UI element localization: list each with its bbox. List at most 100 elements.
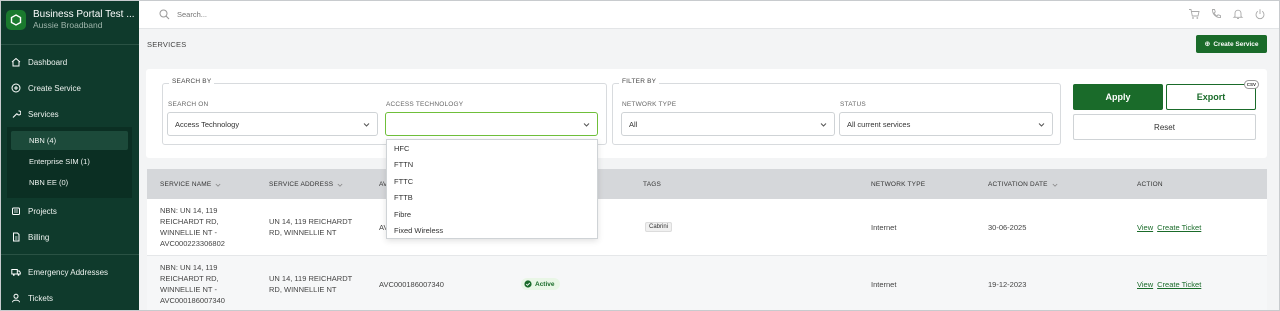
topbar	[139, 0, 1280, 29]
brand-logo	[6, 10, 26, 30]
service-name-cell: NBN: UN 14, 119 REICHARDT RD, WINNELLIE …	[160, 262, 225, 306]
service-name-line: REICHARDT RD,	[160, 217, 219, 226]
header-action: ACTION	[1137, 181, 1163, 188]
service-name-line: NBN: UN 14, 119	[160, 206, 218, 215]
apply-button[interactable]: Apply	[1073, 84, 1163, 110]
table-header: SERVICE NAME SERVICE ADDRESS AV TAGS NET…	[147, 169, 1267, 199]
dropdown-option-hfc[interactable]: HFC	[387, 140, 597, 157]
sidebar-subitem-nbn[interactable]: NBN (4)	[11, 131, 128, 150]
table-row[interactable]: NBN: UN 14, 119 REICHARDT RD, WINNELLIE …	[147, 199, 1267, 256]
sidebar-subitem-nbn-ee[interactable]: NBN EE (0)	[7, 173, 128, 192]
chevron-down-icon	[215, 183, 221, 187]
power-icon[interactable]	[1254, 8, 1266, 20]
sidebar-item-label: Projects	[28, 206, 57, 216]
sidebar-item-tickets[interactable]: Tickets	[0, 285, 139, 311]
reset-button[interactable]: Reset	[1073, 114, 1256, 140]
header-service-name[interactable]: SERVICE NAME	[160, 181, 221, 188]
search-by-legend: SEARCH BY	[169, 78, 215, 85]
service-name-line: REICHARDT RD,	[160, 274, 219, 283]
services-table: SERVICE NAME SERVICE ADDRESS AV TAGS NET…	[147, 169, 1267, 311]
sidebar-nav: Dashboard Create Service Services	[0, 49, 139, 127]
services-subnav: NBN (4) Enterprise SIM (1) NBN EE (0)	[7, 127, 132, 198]
table-row[interactable]: NBN: UN 14, 119 REICHARDT RD, WINNELLIE …	[147, 256, 1267, 311]
search-icon	[159, 9, 170, 19]
folder-icon	[10, 205, 22, 217]
export-button[interactable]: Export CSV	[1166, 80, 1259, 110]
access-technology-dropdown: HFC FTTN FTTC FTTB Fibre Fixed Wireless	[386, 139, 598, 239]
sidebar-subitem-enterprise-sim[interactable]: Enterprise SIM (1)	[7, 152, 128, 171]
sidebar-nav-lower: Projects Billing	[0, 198, 139, 250]
search-input[interactable]	[177, 9, 477, 19]
sidebar-item-label: Create Service	[28, 83, 81, 93]
create-service-button[interactable]: ⊕ Create Service	[1196, 35, 1267, 53]
status-label: STATUS	[840, 101, 866, 108]
header-service-address[interactable]: SERVICE ADDRESS	[269, 181, 343, 188]
sidebar-item-services[interactable]: Services	[0, 101, 139, 127]
sidebar-divider	[0, 254, 139, 255]
header-label: SERVICE ADDRESS	[269, 181, 334, 188]
truck-icon	[10, 266, 22, 278]
service-name-line: AVC000223306802	[160, 239, 225, 248]
chevron-down-icon	[363, 123, 370, 127]
plus-circle-icon: ⊕	[1204, 41, 1211, 48]
header-label: SERVICE NAME	[160, 181, 212, 188]
activation-date-cell: 30-06-2025	[988, 223, 1027, 232]
dropdown-option-fibre[interactable]: Fibre	[387, 206, 597, 223]
user-icon	[10, 292, 22, 304]
page-title: SERVICES	[147, 40, 187, 49]
sidebar-item-create-service[interactable]: Create Service	[0, 75, 139, 101]
dropdown-option-fttn[interactable]: FTTN	[387, 157, 597, 174]
network-type-select[interactable]: All	[621, 112, 835, 136]
create-ticket-link[interactable]: Create Ticket	[1157, 280, 1201, 289]
service-name-cell: NBN: UN 14, 119 REICHARDT RD, WINNELLIE …	[160, 205, 225, 249]
service-name-line: NBN: UN 14, 119	[160, 263, 218, 272]
access-technology-label: ACCESS TECHNOLOGY	[386, 101, 464, 108]
sidebar: Business Portal Test ... Aussie Broadban…	[0, 0, 139, 311]
header-network-type: NETWORK TYPE	[871, 181, 925, 188]
sidebar-item-billing[interactable]: Billing	[0, 224, 139, 250]
sidebar-item-label: Dashboard	[28, 57, 68, 67]
view-link[interactable]: View	[1137, 223, 1153, 232]
network-type-value: All	[629, 119, 638, 129]
sidebar-item-label: Services	[28, 109, 59, 119]
header-label: ACTION	[1137, 181, 1163, 188]
create-service-label: Create Service	[1213, 40, 1259, 48]
sidebar-item-emergency-addresses[interactable]: Emergency Addresses	[0, 259, 139, 285]
avc-cell: AVC000186007340	[379, 280, 444, 289]
header-label: NETWORK TYPE	[871, 181, 926, 188]
brand-title: Business Portal Test ...	[33, 9, 135, 20]
header-activation-date[interactable]: ACTIVATION DATE	[988, 181, 1058, 188]
search-on-select[interactable]: Access Technology	[167, 112, 378, 136]
view-link[interactable]: View	[1137, 280, 1153, 289]
search-on-value: Access Technology	[175, 119, 240, 129]
chevron-down-icon	[1038, 123, 1045, 127]
chevron-down-icon	[337, 183, 343, 187]
sidebar-item-projects[interactable]: Projects	[0, 198, 139, 224]
dropdown-option-fttb[interactable]: FTTB	[387, 190, 597, 207]
dropdown-option-fixed-wireless[interactable]: Fixed Wireless	[387, 223, 597, 240]
export-label: Export	[1196, 92, 1226, 102]
phone-icon[interactable]	[1210, 8, 1222, 20]
tag-chip: Cabrini	[645, 222, 673, 232]
service-name-line: WINNELLIE NT -	[160, 228, 217, 237]
network-type-cell: Internet	[871, 223, 897, 232]
service-address-line: UN 14, 119 REICHARDT	[269, 217, 353, 226]
sidebar-item-dashboard[interactable]: Dashboard	[0, 49, 139, 75]
access-technology-select[interactable]	[385, 112, 598, 136]
network-type-label: NETWORK TYPE	[622, 101, 677, 108]
search-box[interactable]	[139, 9, 639, 20]
dropdown-option-fttc[interactable]: FTTC	[387, 173, 597, 190]
csv-badge: CSV	[1243, 80, 1259, 89]
service-address-line: UN 14, 119 REICHARDT	[269, 274, 353, 283]
hexagon-logo-icon	[10, 14, 22, 26]
header-label: TAGS	[643, 181, 662, 188]
status-select[interactable]: All current services	[839, 112, 1053, 136]
header-tags: TAGS	[643, 181, 661, 188]
brand[interactable]: Business Portal Test ... Aussie Broadban…	[0, 0, 139, 40]
bell-icon[interactable]	[1232, 8, 1244, 20]
service-address-cell: UN 14, 119 REICHARDT RD, WINNELLIE NT	[269, 216, 352, 238]
status-label: Active	[535, 280, 555, 288]
create-ticket-link[interactable]: Create Ticket	[1157, 223, 1201, 232]
cart-icon[interactable]	[1188, 8, 1200, 20]
document-icon	[10, 231, 22, 243]
